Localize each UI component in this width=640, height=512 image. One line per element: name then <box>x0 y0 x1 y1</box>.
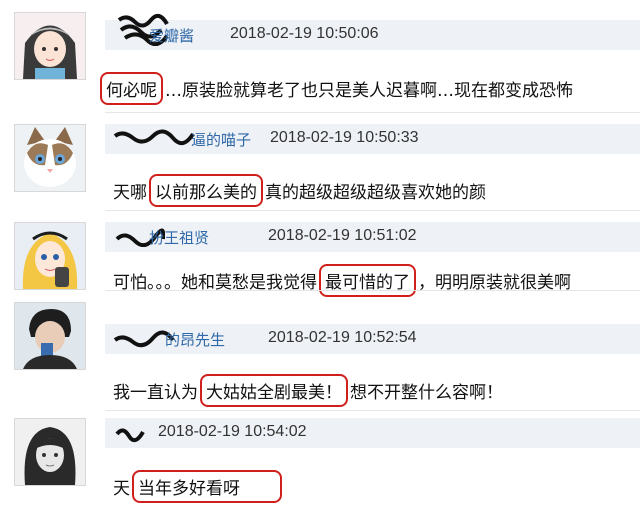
timestamp: 2018-02-19 10:50:06 <box>230 25 379 42</box>
comment-header: 逼的喵子 2018-02-19 10:50:33 <box>105 124 640 154</box>
comment-text-after: 真的超级超级超级喜欢她的颜 <box>265 183 486 203</box>
comment-text-before: 我一直认为 <box>113 383 198 403</box>
highlighted-text: 当年多好看呀 <box>132 470 282 503</box>
avatar-anime-girl-icon <box>15 13 85 79</box>
comment-text: 何必呢 …原装脸就算老了也只是美人迟暮啊…现在都变成恐怖 <box>98 72 573 105</box>
timestamp: 2018-02-19 10:52:54 <box>268 329 417 346</box>
comment-item: 的昂先生 2018-02-19 10:52:54 我一直认为 大姑姑全剧最美！ 想不… <box>0 290 640 410</box>
avatar[interactable] <box>14 418 86 486</box>
avatar[interactable] <box>14 12 86 80</box>
comment-header: 扮王祖贤 2018-02-19 10:51:02 <box>105 222 640 252</box>
timestamp: 2018-02-19 10:54:02 <box>158 423 307 440</box>
username[interactable]: 的昂先生 <box>165 329 225 350</box>
redaction-scribble <box>113 129 195 146</box>
comment-header: 爱瓣酱 2018-02-19 10:50:06 <box>105 13 640 50</box>
comment-text-after: 想不开整什么容啊！ <box>350 383 503 403</box>
comment-text-after: …原装脸就算老了也只是美人迟暮啊…现在都变成恐怖 <box>165 81 573 101</box>
comment-text: 天当年多好看呀 <box>113 470 284 503</box>
comment-item: 爱瓣酱 2018-02-19 10:50:06 何必呢 …原装脸就算老了也只是美人… <box>0 0 640 110</box>
avatar-cat-icon <box>15 125 85 191</box>
avatar-alice-icon <box>15 223 85 289</box>
avatar-man-drinking-icon <box>15 303 85 369</box>
avatar[interactable] <box>14 302 86 370</box>
comment-text: 天哪 以前那么美的 真的超级超级超级喜欢她的颜 <box>113 174 486 207</box>
timestamp: 2018-02-19 10:50:33 <box>270 129 419 146</box>
avatar-girl-bw-icon <box>15 419 85 485</box>
username[interactable]: 爱瓣酱 <box>149 25 194 46</box>
comment-text-before: 天 <box>113 479 130 499</box>
comment-item: 2018-02-19 10:54:02 天当年多好看呀 <box>0 410 640 512</box>
comment-item: 逼的喵子 2018-02-19 10:50:33 天哪 以前那么美的 真的超级超级超… <box>0 112 640 210</box>
comment-header: 2018-02-19 10:54:02 <box>105 418 640 448</box>
highlighted-text: 以前那么美的 <box>149 174 263 207</box>
redaction-scribble <box>115 428 145 443</box>
comment-text-before: 天哪 <box>113 183 147 203</box>
comment-header: 的昂先生 2018-02-19 10:52:54 <box>105 324 640 354</box>
avatar[interactable] <box>14 222 86 290</box>
highlighted-text: 大姑姑全剧最美！ <box>200 374 348 407</box>
timestamp: 2018-02-19 10:51:02 <box>268 227 417 244</box>
comment-text: 我一直认为 大姑姑全剧最美！ 想不开整什么容啊！ <box>113 374 503 407</box>
highlighted-text: 何必呢 <box>100 72 163 105</box>
avatar[interactable] <box>14 124 86 192</box>
username[interactable]: 扮王祖贤 <box>149 227 209 248</box>
username[interactable]: 逼的喵子 <box>191 129 251 150</box>
comment-item: 扮王祖贤 2018-02-19 10:51:02 可怕。。。她和莫愁是我觉得 最可… <box>0 210 640 297</box>
